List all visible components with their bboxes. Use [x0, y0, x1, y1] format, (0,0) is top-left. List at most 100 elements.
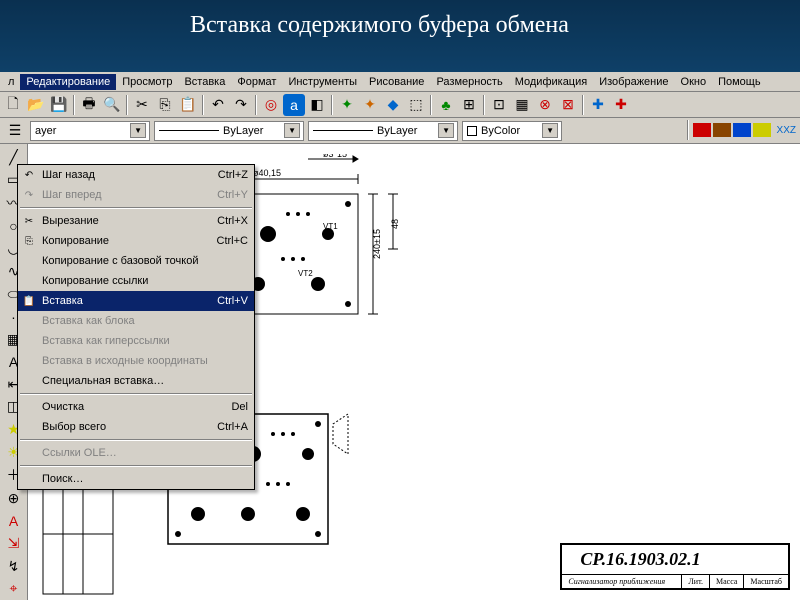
tool-icon[interactable]: ⊠ [557, 94, 579, 116]
tool-icon[interactable]: ↯ [2, 556, 26, 577]
preview-icon[interactable]: 🔍 [101, 94, 123, 116]
tool-icon[interactable]: ⌖ [2, 579, 26, 600]
lineweight-value: ByLayer [377, 125, 417, 137]
layer-dropdown[interactable]: ayer [30, 121, 150, 141]
separator [255, 95, 257, 115]
menu-item[interactable]: ✂ВырезаниеCtrl+X [18, 211, 254, 231]
separator [582, 95, 584, 115]
menu-item-shortcut: Ctrl+Z [218, 169, 248, 181]
line-sample [313, 130, 373, 131]
menu-item-label: Копирование с базовой точкой [42, 255, 199, 267]
menu-item[interactable]: Копирование с базовой точкой [18, 251, 254, 271]
tool-icon[interactable]: ♣ [435, 94, 457, 116]
swatch-red-icon[interactable] [693, 123, 711, 137]
menu-рисование[interactable]: Рисование [363, 74, 430, 90]
print-icon[interactable]: 🖶 [78, 94, 100, 116]
tool-a-icon[interactable]: A [2, 511, 26, 532]
tool-icon[interactable]: ▦ [511, 94, 533, 116]
tool-icon[interactable]: ✚ [610, 94, 632, 116]
paste-icon[interactable]: 📋 [177, 94, 199, 116]
swatch-blue-icon[interactable] [733, 123, 751, 137]
tool-a-icon[interactable]: a [283, 94, 305, 116]
layers-icon[interactable]: ☰ [4, 120, 26, 142]
menu-л[interactable]: л [2, 74, 20, 90]
separator [331, 95, 333, 115]
cad-application: лРедактированиеПросмотрВставкаФорматИнст… [0, 72, 800, 600]
menu-размерность[interactable]: Размерность [430, 74, 508, 90]
separator [483, 95, 485, 115]
open-icon[interactable]: 📂 [25, 94, 47, 116]
menu-item[interactable]: ⎘КопированиеCtrl+C [18, 231, 254, 251]
separator [202, 95, 204, 115]
menu-item[interactable]: Копирование ссылки [18, 271, 254, 291]
tool-icon[interactable]: ⊞ [458, 94, 480, 116]
new-icon[interactable]: 🗋 [2, 94, 24, 116]
menu-помощь[interactable]: Помощь [712, 74, 767, 90]
color-swatch [467, 126, 477, 136]
menu-item-label: Выбор всего [42, 421, 106, 433]
menu-item-icon: ⎘ [22, 236, 36, 247]
line-sample [159, 130, 219, 131]
menu-item[interactable]: ОчисткаDel [18, 397, 254, 417]
undo-icon[interactable]: ↶ [207, 94, 229, 116]
color-dropdown[interactable]: ByColor [462, 121, 562, 141]
menu-item-label: Вставка [42, 295, 83, 307]
menu-item-label: Ссылки OLE… [42, 447, 117, 459]
target-icon[interactable]: ⊕ [2, 488, 26, 509]
menu-item: Вставка в исходные координаты [18, 351, 254, 371]
color-value: ByColor [481, 125, 520, 137]
menu-просмотр[interactable]: Просмотр [116, 74, 178, 90]
menu-item-shortcut: Ctrl+Y [217, 189, 248, 201]
edit-menu[interactable]: ↶Шаг назадCtrl+Z↷Шаг впередCtrl+Y✂Выреза… [17, 164, 255, 490]
layer-value: ayer [35, 125, 56, 137]
menu-инструменты[interactable]: Инструменты [282, 74, 363, 90]
swatch-yellow-icon[interactable] [753, 123, 771, 137]
redo-icon[interactable]: ↷ [230, 94, 252, 116]
tool-icon[interactable]: ◎ [260, 94, 282, 116]
separator [73, 95, 75, 115]
menu-item-label: Специальная вставка… [42, 375, 164, 387]
copy-icon[interactable]: ⎘ [154, 94, 176, 116]
menu-item-icon: ↷ [22, 190, 36, 201]
tool-icon[interactable]: ◧ [306, 94, 328, 116]
menu-формат[interactable]: Формат [231, 74, 282, 90]
properties-toolbar[interactable]: ☰ ayer ByLayer ByLayer ByColor XXZ [0, 118, 800, 144]
lineweight-dropdown[interactable]: ByLayer [308, 121, 458, 141]
svg-text:ø40,15: ø40,15 [253, 168, 281, 178]
menu-item-label: Вырезание [42, 215, 99, 227]
menu-редактирование[interactable]: Редактирование [20, 74, 116, 90]
menu-изображение[interactable]: Изображение [593, 74, 674, 90]
tool-icon[interactable]: ⊡ [488, 94, 510, 116]
tool-icon[interactable]: ⇲ [2, 533, 26, 554]
save-icon[interactable]: 💾 [48, 94, 70, 116]
menu-вставка[interactable]: Вставка [178, 74, 231, 90]
tool-icon[interactable]: ✦ [336, 94, 358, 116]
slide-title: Вставка содержимого буфера обмена [0, 0, 800, 72]
menu-item-label: Шаг назад [42, 169, 95, 181]
right-tool-group: XXZ [685, 120, 796, 140]
linetype-dropdown[interactable]: ByLayer [154, 121, 304, 141]
title-cells: Сигнализатор приближения Лит. Масса Масш… [562, 575, 788, 588]
menu-item-icon: 📋 [22, 296, 36, 307]
menubar[interactable]: лРедактированиеПросмотрВставкаФорматИнст… [0, 72, 800, 92]
tool-icon[interactable]: ◆ [382, 94, 404, 116]
main-toolbar[interactable]: 🗋 📂 💾 🖶 🔍 ✂ ⎘ 📋 ↶ ↷ ◎ a ◧ ✦ ✦ ◆ ⬚ ♣ ⊞ ⊡ … [0, 92, 800, 118]
menu-окно[interactable]: Окно [675, 74, 713, 90]
tool-icon[interactable]: ⬚ [405, 94, 427, 116]
menu-item-shortcut: Ctrl+V [217, 295, 248, 307]
menu-item[interactable]: ↶Шаг назадCtrl+Z [18, 165, 254, 185]
menu-item[interactable]: Выбор всегоCtrl+A [18, 417, 254, 437]
menu-item-label: Вставка в исходные координаты [42, 355, 208, 367]
tool-icon[interactable]: ✦ [359, 94, 381, 116]
tool-icon[interactable]: ⊗ [534, 94, 556, 116]
menu-модификация[interactable]: Модификация [509, 74, 594, 90]
menu-item-label: Копирование [42, 235, 109, 247]
cut-icon[interactable]: ✂ [131, 94, 153, 116]
svg-text:48: 48 [390, 219, 400, 229]
swatch-brown-icon[interactable] [713, 123, 731, 137]
menu-item[interactable]: Поиск… [18, 469, 254, 489]
menu-item[interactable]: 📋 Вставка Ctrl+V [18, 291, 254, 311]
menu-item[interactable]: Специальная вставка… [18, 371, 254, 391]
tool-icon[interactable]: ✚ [587, 94, 609, 116]
menu-separator [20, 465, 252, 467]
